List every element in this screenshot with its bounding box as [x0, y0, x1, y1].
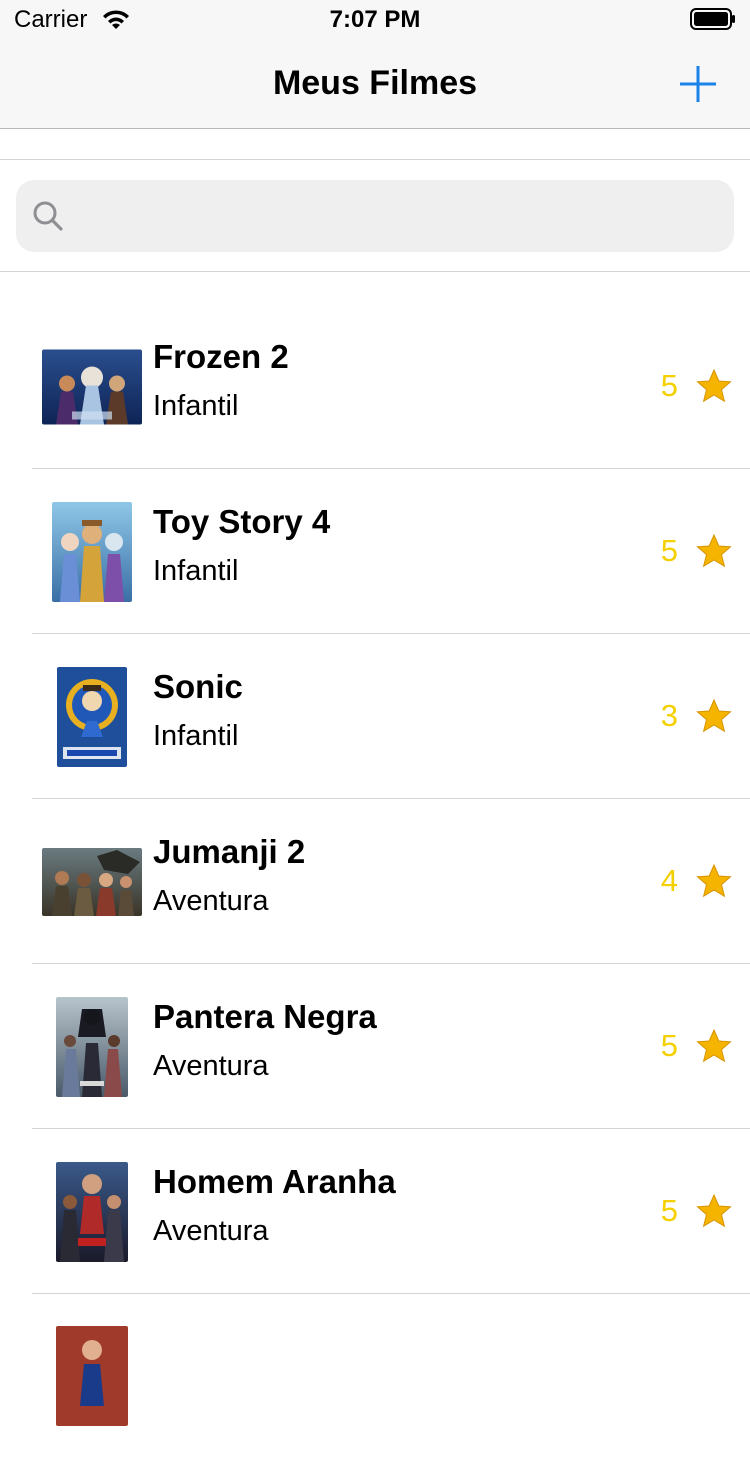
- movie-list: Frozen 2 Infantil 5 Toy Story 4 Infantil…: [0, 304, 750, 1459]
- movie-title: Frozen 2: [153, 338, 289, 375]
- movie-poster: [56, 1161, 128, 1262]
- star-icon: [696, 698, 732, 733]
- search-input[interactable]: [76, 180, 720, 254]
- movie-poster: [42, 349, 142, 424]
- movie-genre: Infantil: [153, 390, 239, 422]
- star-icon: [696, 533, 732, 568]
- movie-row-jumanji-2[interactable]: Jumanji 2 Aventura 4: [0, 799, 750, 964]
- movie-row-sonic[interactable]: Sonic Infantil 3: [0, 634, 750, 799]
- movie-rating: 5: [660, 1028, 678, 1063]
- movie-title: Toy Story 4: [153, 503, 331, 540]
- add-movie-button[interactable]: [678, 62, 718, 106]
- movie-rating: 3: [660, 698, 678, 733]
- movie-rating: 5: [660, 533, 678, 568]
- status-bar: Carrier 7:07 PM: [0, 0, 750, 40]
- search-bar[interactable]: [16, 180, 734, 254]
- search-icon: [33, 201, 63, 231]
- movie-row-frozen-2[interactable]: Frozen 2 Infantil 5: [0, 304, 750, 469]
- movie-title: Jumanji 2: [153, 833, 306, 870]
- movie-poster: [57, 666, 127, 767]
- movie-rating: 5: [660, 368, 678, 403]
- movie-genre: Aventura: [153, 885, 269, 917]
- movie-rating: 5: [660, 1193, 678, 1228]
- star-icon: [696, 368, 732, 403]
- movie-genre: Infantil: [153, 720, 239, 752]
- movie-row-toy-story-4[interactable]: Toy Story 4 Infantil 5: [0, 469, 750, 634]
- movie-row-partial[interactable]: [0, 1294, 750, 1459]
- movie-genre: Aventura: [153, 1215, 269, 1247]
- movie-poster: [56, 996, 128, 1097]
- movie-title: Homem Aranha: [153, 1163, 396, 1200]
- movie-genre: Aventura: [153, 1050, 269, 1082]
- movie-poster: [56, 1326, 128, 1426]
- movie-title: Pantera Negra: [153, 998, 377, 1035]
- movie-poster: [42, 847, 142, 916]
- movie-title: Sonic: [153, 668, 243, 705]
- plus-icon: [680, 66, 716, 102]
- movie-poster: [52, 501, 132, 602]
- star-icon: [696, 863, 732, 898]
- divider: [0, 159, 750, 160]
- page-title: Meus Filmes: [272, 64, 478, 102]
- movie-rating: 4: [660, 863, 678, 898]
- navigation-bar: Meus Filmes: [0, 40, 750, 129]
- status-time: 7:07 PM: [329, 6, 421, 33]
- star-icon: [696, 1193, 732, 1228]
- movie-row-pantera-negra[interactable]: Pantera Negra Aventura 5: [0, 964, 750, 1129]
- movie-row-homem-aranha[interactable]: Homem Aranha Aventura 5: [0, 1129, 750, 1294]
- movie-genre: Infantil: [153, 555, 239, 587]
- battery-icon: [690, 8, 735, 30]
- divider: [0, 271, 750, 272]
- star-icon: [696, 1028, 732, 1063]
